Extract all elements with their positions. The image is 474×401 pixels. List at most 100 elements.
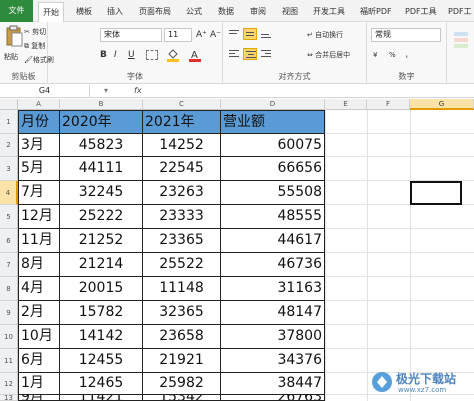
table-cell[interactable]: 1月 [18,373,60,395]
column-header-b[interactable]: B [60,99,143,110]
row-header-1[interactable]: 1 [0,110,18,134]
tab-foxit-pdf[interactable]: 福昕PDF [360,3,392,20]
tab-review[interactable]: 审阅 [250,3,266,20]
row-header-12[interactable]: 12 [0,373,18,395]
row-header-8[interactable]: 8 [0,277,18,301]
font-name-select[interactable]: 宋体 [100,28,162,42]
table-cell[interactable]: 26763 [221,395,325,401]
table-cell[interactable]: 23333 [143,205,221,229]
table-cell[interactable]: 66656 [221,157,325,181]
row-header-9[interactable]: 9 [0,301,18,325]
table-cell[interactable]: 11421 [60,395,143,401]
row-header-3[interactable]: 3 [0,157,18,181]
italic-button[interactable]: I [114,48,117,62]
cut-button[interactable]: ✂ 剪切 [24,25,46,39]
tab-template[interactable]: 横板 [76,3,92,20]
underline-button[interactable]: U [128,48,135,62]
border-button[interactable] [146,50,158,60]
comma-button[interactable]: ， [405,48,412,62]
paste-button[interactable] [5,25,23,49]
row-header-10[interactable]: 10 [0,325,18,349]
row-header-7[interactable]: 7 [0,253,18,277]
styles-button[interactable] [452,28,470,58]
table-cell[interactable]: 44617 [221,229,325,253]
table-cell[interactable]: 23658 [143,325,221,349]
font-size-select[interactable]: 11 [164,28,192,42]
table-cell[interactable]: 34376 [221,349,325,373]
merge-center-button[interactable]: ⇔ 合并后居中 [307,48,350,62]
table-cell[interactable]: 55508 [221,181,325,205]
table-cell[interactable]: 4月 [18,277,60,301]
row-header-4[interactable]: 4 [0,181,18,205]
table-cell[interactable]: 22545 [143,157,221,181]
align-left-button[interactable] [227,48,241,60]
table-cell[interactable]: 9月 [18,395,60,401]
table-cell[interactable]: 46736 [221,253,325,277]
table-cell[interactable]: 12455 [60,349,143,373]
table-header-cell[interactable]: 2021年 [143,110,221,134]
table-cell[interactable]: 3月 [18,134,60,157]
column-header-a[interactable]: A [18,99,60,110]
row-header-11[interactable]: 11 [0,349,18,373]
table-cell[interactable]: 48555 [221,205,325,229]
table-cell[interactable]: 25522 [143,253,221,277]
percent-button[interactable]: % [389,48,396,62]
table-cell[interactable]: 48147 [221,301,325,325]
align-bottom-button[interactable] [259,28,273,40]
selected-cell-g4[interactable] [410,181,462,205]
row-header-13[interactable]: 13 [0,395,18,401]
wrap-text-button[interactable]: ↵ 自动换行 [307,28,343,42]
column-header-c[interactable]: C [143,99,221,110]
align-middle-button[interactable] [243,28,257,40]
tab-pdf-more[interactable]: PDF工 [448,3,472,20]
bold-button[interactable]: B [100,48,107,62]
row-header-6[interactable]: 6 [0,229,18,253]
table-cell[interactable]: 23365 [143,229,221,253]
tab-home[interactable]: 开始 [38,2,64,23]
table-cell[interactable]: 44111 [60,157,143,181]
tab-data[interactable]: 数据 [218,3,234,20]
table-cell[interactable]: 5月 [18,157,60,181]
align-center-button[interactable] [243,48,257,60]
table-cell[interactable]: 60075 [221,134,325,157]
table-cell[interactable]: 45823 [60,134,143,157]
tab-pdf-tools[interactable]: PDF工具 [405,3,437,20]
dropdown-arrow-icon[interactable]: ▾ [104,86,108,95]
file-menu-button[interactable]: 文件 [0,0,33,22]
table-cell[interactable]: 2月 [18,301,60,325]
column-header-d[interactable]: D [221,99,325,110]
table-header-cell[interactable]: 营业额 [221,110,325,134]
select-all-corner[interactable] [0,99,18,110]
column-header-f[interactable]: F [367,99,410,110]
table-cell[interactable]: 21252 [60,229,143,253]
table-cell[interactable]: 32365 [143,301,221,325]
table-cell[interactable]: 20015 [60,277,143,301]
table-cell[interactable]: 32245 [60,181,143,205]
table-cell[interactable]: 12月 [18,205,60,229]
table-cell[interactable]: 15342 [143,395,221,401]
row-header-2[interactable]: 2 [0,134,18,157]
table-cell[interactable]: 7月 [18,181,60,205]
tab-formulas[interactable]: 公式 [186,3,202,20]
table-cell[interactable]: 23263 [143,181,221,205]
table-header-cell[interactable]: 月份 [18,110,60,134]
table-cell[interactable]: 14142 [60,325,143,349]
column-header-e[interactable]: E [325,99,367,110]
copy-button[interactable]: ⧉ 复制 [24,39,45,53]
table-cell[interactable]: 15782 [60,301,143,325]
table-cell[interactable]: 21214 [60,253,143,277]
table-cell[interactable]: 31163 [221,277,325,301]
table-cell[interactable]: 14252 [143,134,221,157]
tab-insert[interactable]: 插入 [107,3,123,20]
table-cell[interactable]: 10月 [18,325,60,349]
row-header-5[interactable]: 5 [0,205,18,229]
tab-developer[interactable]: 开发工具 [313,3,345,20]
table-cell[interactable]: 11148 [143,277,221,301]
fill-color-button[interactable] [166,48,180,62]
align-top-button[interactable] [227,28,241,40]
align-right-button[interactable] [259,48,273,60]
table-cell[interactable]: 38447 [221,373,325,395]
shrink-font-button[interactable]: A⁻ [210,28,221,42]
fx-button[interactable]: fx [134,85,142,97]
column-header-g[interactable]: G [410,99,474,110]
